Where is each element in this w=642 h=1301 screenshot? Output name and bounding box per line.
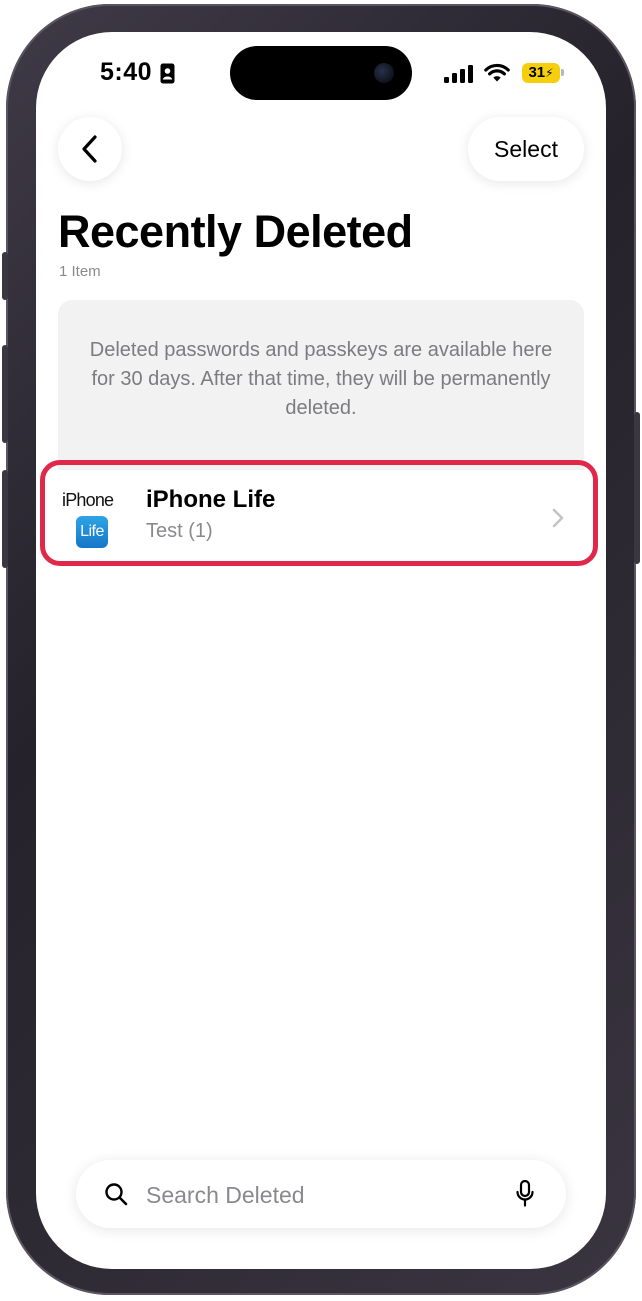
logo-wordmark: iPhone — [62, 490, 114, 510]
cellular-signal-icon — [444, 65, 473, 83]
search-input[interactable] — [144, 1174, 498, 1216]
wifi-icon — [484, 63, 510, 82]
power-button — [634, 412, 640, 564]
item-title: iPhone Life — [146, 486, 276, 513]
battery-tip — [561, 69, 564, 76]
page-title: Recently Deleted — [58, 206, 413, 257]
front-camera — [374, 63, 394, 83]
list-item[interactable]: iPhone Life iPhone Life Test (1) — [58, 470, 584, 566]
logo-badge: Life — [76, 516, 108, 548]
search-bar[interactable] — [76, 1160, 566, 1228]
back-button[interactable] — [58, 117, 122, 181]
item-subtitle: Test (1) — [146, 520, 213, 542]
item-count: 1 Item — [59, 263, 101, 280]
status-time: 5:40 — [100, 58, 153, 86]
status-indicators: 31⚡ — [444, 62, 564, 86]
search-icon — [105, 1183, 128, 1206]
info-banner: Deleted passwords and passkeys are avail… — [58, 300, 584, 490]
select-button[interactable]: Select — [468, 117, 584, 181]
action-button — [2, 252, 8, 300]
charging-bolt-icon: ⚡ — [545, 66, 554, 80]
contact-card-icon — [160, 63, 175, 84]
volume-up-button — [2, 345, 8, 443]
battery-indicator: 31⚡ — [522, 63, 560, 83]
chevron-left-icon — [82, 135, 97, 163]
microphone-icon[interactable] — [516, 1180, 534, 1208]
volume-down-button — [2, 470, 8, 568]
info-message: Deleted passwords and passkeys are avail… — [89, 339, 553, 419]
iphone-life-logo: iPhone Life — [62, 490, 118, 550]
screen: 5:40 31⚡ Select Recently Deleted 1 Item … — [36, 32, 606, 1269]
battery-level: 31 — [528, 64, 546, 81]
chevron-right-icon — [552, 508, 564, 528]
dynamic-island — [230, 46, 412, 100]
